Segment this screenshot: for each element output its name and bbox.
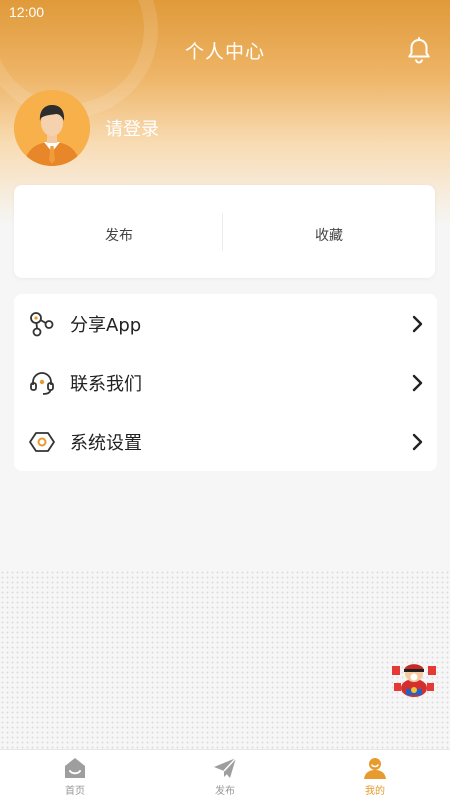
menu-item-share[interactable]: 分享App [14,294,437,353]
tab-publish-label: 发布 [215,786,235,797]
tab-publish[interactable]: 发布 [150,750,300,801]
tab-home-label: 首页 [65,786,85,797]
default-avatar-icon [14,90,90,166]
stats-card: 发布 收藏 [14,185,435,278]
tab-mine-label: 我的 [365,786,385,797]
tab-bar: 首页 发布 我的 [0,749,450,801]
chevron-right-icon [412,374,423,391]
share-icon [30,311,54,336]
chevron-right-icon [412,433,423,450]
floating-promo-icon[interactable] [389,656,439,698]
menu-item-contact[interactable]: 联系我们 [14,353,437,412]
menu-item-label: 系统设置 [70,432,142,454]
stat-publish[interactable]: 发布 [14,185,224,278]
avatar[interactable] [14,90,90,166]
tab-home[interactable]: 首页 [0,750,150,801]
dot-pattern-background [0,570,450,750]
login-prompt[interactable]: 请登录 [105,115,159,141]
stat-favorites-label: 收藏 [315,228,343,244]
home-icon [65,758,85,778]
stat-divider [222,213,223,251]
status-bar-time: 12:00 [9,4,45,20]
stat-favorites[interactable]: 收藏 [224,185,434,278]
page-title: 个人中心 [184,41,265,63]
user-icon [364,758,386,779]
menu-item-label: 分享App [70,314,142,336]
tab-mine[interactable]: 我的 [300,750,450,801]
bell-icon[interactable] [405,36,433,64]
send-icon [214,757,237,778]
settings-icon [29,431,55,452]
chevron-right-icon [412,315,423,332]
menu-item-label: 联系我们 [70,373,142,395]
menu-card: 分享App 联系我们 系统设置 [14,294,437,471]
menu-item-settings[interactable]: 系统设置 [14,412,437,471]
stat-publish-label: 发布 [105,228,133,244]
headset-icon [30,371,54,395]
